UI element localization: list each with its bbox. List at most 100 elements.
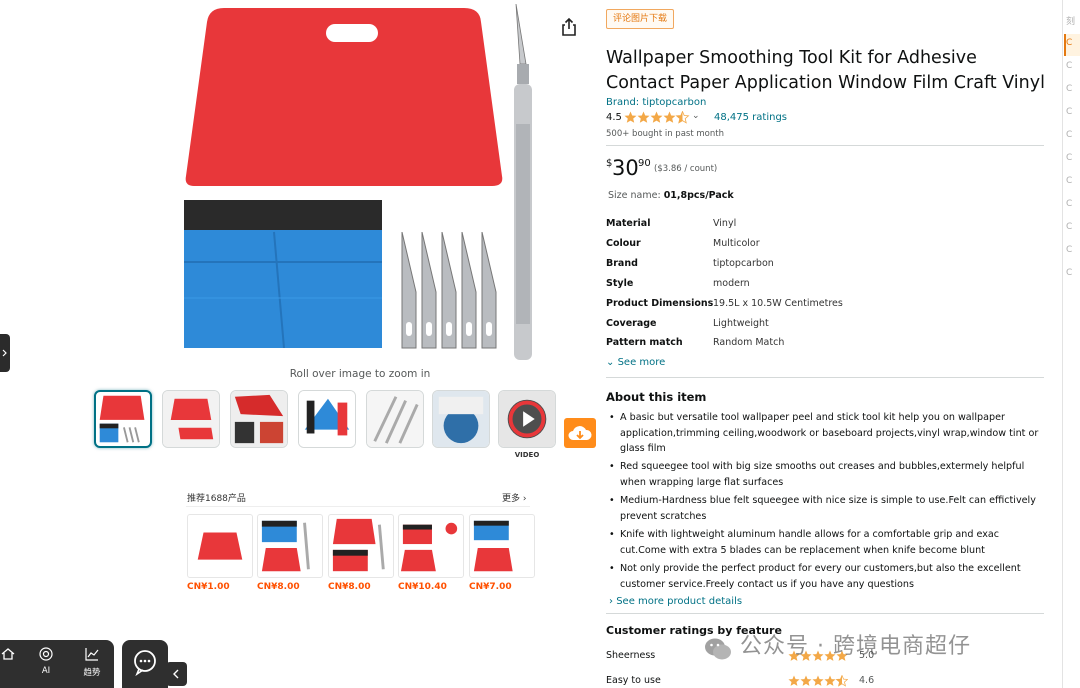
kit-thumbnail-image: [99, 395, 145, 443]
side-panel-item[interactable]: C: [1066, 153, 1072, 163]
chevron-left-icon: [173, 669, 179, 679]
craft-knife-image: [514, 4, 532, 360]
cloud-download-icon: [568, 426, 592, 440]
bullet-text: A basic but versatile tool wallpaper pee…: [620, 412, 1039, 454]
side-panel-list: 刻 C C C C C C C C C C C: [1064, 0, 1080, 688]
chat-button[interactable]: [122, 640, 168, 688]
knife-use-thumbnail: [367, 391, 423, 447]
divider: [606, 145, 1044, 146]
side-panel-item[interactable]: C: [1066, 199, 1072, 209]
spec-key: Style: [606, 278, 634, 289]
feature-bullet: • Knife with lightweight aluminum handle …: [609, 529, 1000, 556]
thumbnail-3[interactable]: [230, 390, 288, 448]
rec-price: CN¥1.00: [187, 582, 230, 592]
price-per-count: ($3.86 / count): [654, 164, 718, 174]
spec-value: Random Match: [713, 337, 785, 348]
thumbnail-4[interactable]: [298, 390, 356, 448]
rec-product-image: [473, 520, 513, 572]
divider: [606, 613, 1044, 614]
home-tool-button[interactable]: [0, 640, 28, 688]
side-panel-item[interactable]: C: [1066, 38, 1072, 48]
rec-product-card[interactable]: [328, 514, 394, 578]
rating-value: 4.5: [606, 112, 622, 123]
thumbnail-1[interactable]: [94, 390, 152, 448]
bullet-text: Not only provide the perfect product for…: [620, 563, 1021, 590]
side-panel-item[interactable]: C: [1066, 107, 1072, 117]
side-panel-item[interactable]: C: [1066, 84, 1072, 94]
spec-key: Brand: [606, 258, 638, 269]
see-more-product-details-link[interactable]: › See more product details: [609, 596, 742, 607]
panel-divider: [1062, 0, 1063, 688]
chevron-down-icon[interactable]: ⌄: [692, 111, 700, 121]
side-panel-item[interactable]: C: [1066, 176, 1072, 186]
rec-price: CN¥8.00: [257, 582, 300, 592]
spec-value: modern: [713, 278, 750, 289]
spec-key: Pattern match: [606, 337, 683, 348]
red-squeegee-image: [185, 8, 503, 186]
download-cloud-button[interactable]: [564, 418, 596, 448]
rec-product-image: [400, 522, 458, 572]
rec-product-card[interactable]: [398, 514, 464, 578]
spec-key: Colour: [606, 238, 641, 249]
brand-link[interactable]: Brand: tiptopcarbon: [606, 97, 706, 108]
ai-tool-button[interactable]: AI: [26, 640, 66, 688]
side-panel-item[interactable]: 刻: [1066, 14, 1075, 27]
see-more-details-label: See more product details: [616, 596, 743, 607]
see-more-label: See more: [617, 357, 666, 368]
side-panel-item[interactable]: C: [1066, 245, 1072, 255]
rec-product-image: [332, 518, 385, 572]
chevron-down-icon: ⌄: [606, 357, 618, 368]
spec-value: Vinyl: [713, 218, 737, 229]
rec-price: CN¥10.40: [398, 582, 447, 592]
spec-key: Product Dimensions: [606, 298, 714, 309]
bullet-text: Knife with lightweight aluminum handle a…: [620, 529, 1000, 556]
side-panel-item[interactable]: C: [1066, 268, 1072, 278]
rec-product-card[interactable]: [257, 514, 323, 578]
feature-bullet: • Not only provide the perfect product fo…: [609, 563, 1021, 590]
video-thumbnail[interactable]: [498, 390, 556, 448]
rec-product-card[interactable]: [187, 514, 253, 578]
rec1688-more-link[interactable]: 更多 ›: [502, 491, 526, 504]
side-panel-item[interactable]: C: [1066, 61, 1072, 71]
size-value: 01,8pcs/Pack: [663, 190, 734, 201]
feature-name: Sheerness: [606, 650, 656, 661]
feature-bullet: • Medium-Hardness blue felt squeegee with…: [609, 495, 1036, 522]
ratings-count-link[interactable]: 48,475 ratings: [714, 112, 787, 123]
rec-price: CN¥8.00: [328, 582, 371, 592]
home-icon: [1, 648, 15, 660]
size-name-row: Size name: 01,8pcs/Pack: [608, 190, 734, 201]
rec-price: CN¥7.00: [469, 582, 512, 592]
feature-bullet: • Red squeegee tool with big size smooths…: [609, 461, 1025, 488]
see-more-specs-link[interactable]: ⌄ See more: [606, 357, 665, 368]
spec-value: tiptopcarbon: [713, 258, 774, 269]
feature-name: Easy to use: [606, 675, 661, 686]
side-panel-item[interactable]: C: [1066, 130, 1072, 140]
star-rating-icon[interactable]: [624, 111, 690, 124]
thumbnail-5[interactable]: [366, 390, 424, 448]
side-panel-item[interactable]: C: [1066, 222, 1072, 232]
left-expand-tab[interactable]: [0, 334, 10, 372]
spec-value: 19.5L x 10.5W Centimetres: [713, 298, 843, 309]
main-product-image[interactable]: [170, 0, 560, 362]
squeegee-in-use-thumbnail: [163, 391, 219, 447]
thumbnail-6[interactable]: [432, 390, 490, 448]
collapse-toolbar-button[interactable]: [166, 662, 187, 686]
rec1688-divider: [186, 506, 530, 507]
zoom-hint: Roll over image to zoom in: [289, 368, 431, 380]
rec-product-card[interactable]: [469, 514, 535, 578]
thumbnail-2[interactable]: [162, 390, 220, 448]
product-title: Wallpaper Smoothing Tool Kit for Adhesiv…: [606, 48, 1045, 93]
spare-blades-image: [401, 232, 497, 349]
share-icon[interactable]: [558, 16, 580, 38]
wallpaper-thumbnail: [433, 391, 489, 447]
review-image-download-tag[interactable]: 评论图片下载: [606, 9, 675, 29]
felt-squeegee-thumbnail: [299, 391, 355, 447]
feature-rating-value: 4.6: [859, 675, 875, 686]
spec-value: Lightweight: [713, 318, 769, 329]
size-label: Size name:: [608, 190, 664, 201]
trend-chart-icon: [85, 648, 99, 661]
spec-key: Material: [606, 218, 651, 229]
spec-key: Coverage: [606, 318, 657, 329]
trend-tool-button[interactable]: 趋势: [72, 640, 112, 688]
bought-in-past-month: 500+ bought in past month: [606, 129, 724, 139]
